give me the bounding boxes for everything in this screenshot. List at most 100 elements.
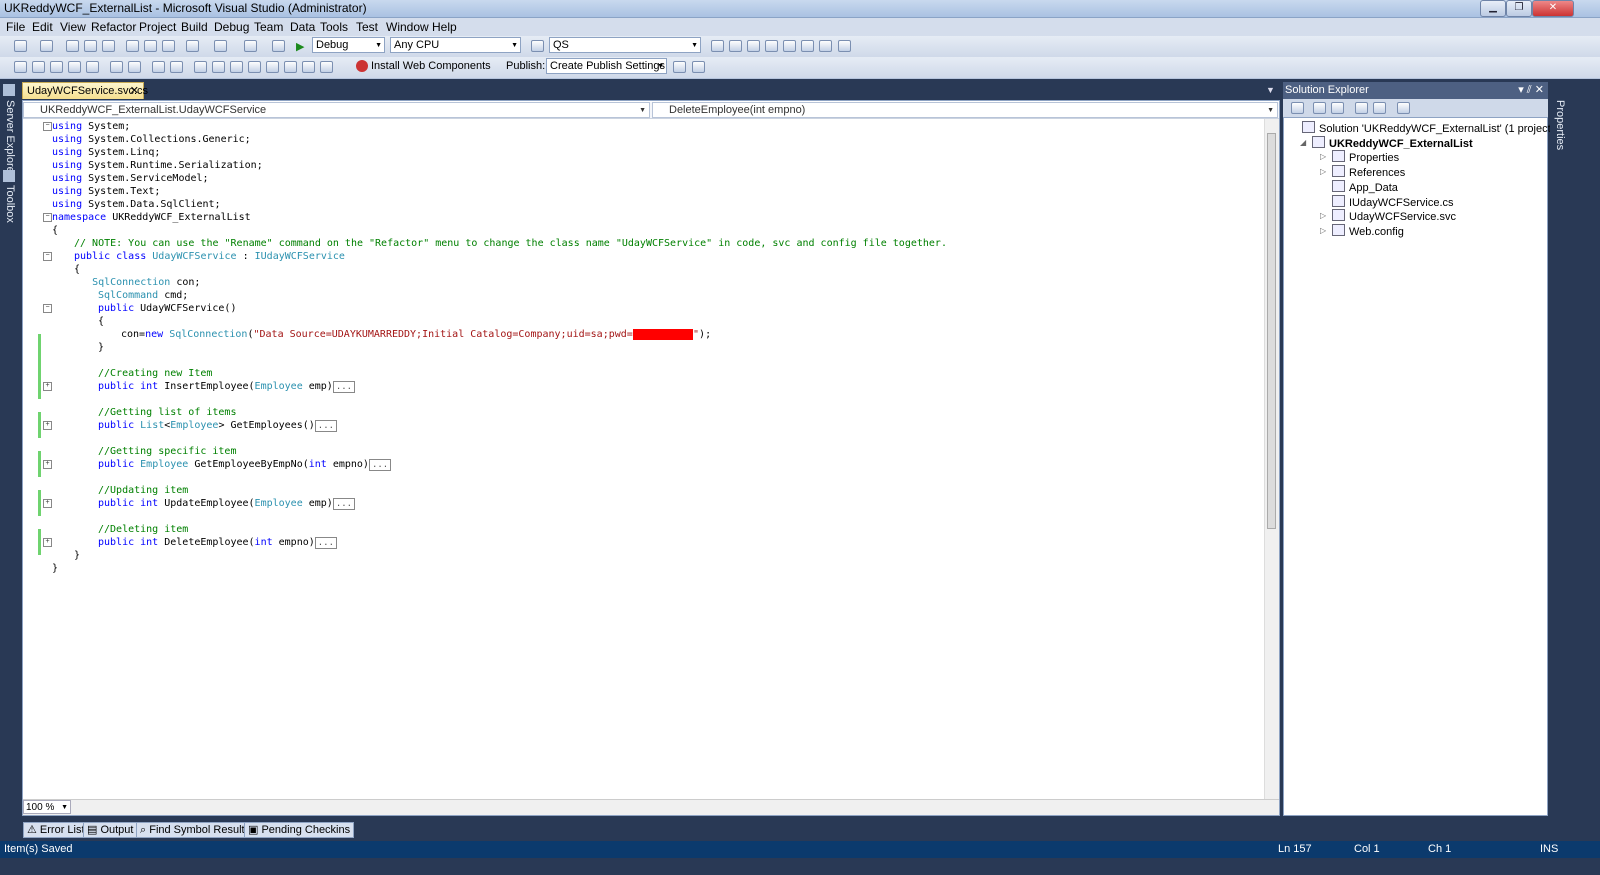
menu-team[interactable]: Team <box>254 20 283 34</box>
code-line[interactable]: { <box>98 315 104 328</box>
tab-find-symbol-results[interactable]: ⌕ Find Symbol Results <box>136 822 255 838</box>
scroll-thumb[interactable] <box>1267 133 1276 529</box>
member-select[interactable]: DeleteEmployee(int empno) ▼ <box>652 102 1278 118</box>
code-line[interactable]: SqlConnection con; <box>74 276 200 289</box>
code-line[interactable]: using System.Linq; <box>52 146 160 159</box>
command-window-icon[interactable] <box>838 40 851 52</box>
navigate-forward-icon[interactable] <box>272 40 285 52</box>
solution-tree-item[interactable]: App_Data <box>1332 179 1398 194</box>
show-all-files-icon[interactable] <box>1313 102 1326 114</box>
copy-icon[interactable] <box>144 40 157 52</box>
solution-tree-item[interactable]: Solution 'UKReddyWCF_ExternalList' (1 pr… <box>1302 121 1554 135</box>
menu-debug[interactable]: Debug <box>214 20 249 34</box>
save-icon[interactable] <box>84 40 97 52</box>
collapsed-region[interactable]: ... <box>314 537 338 549</box>
collapsed-region[interactable]: ... <box>332 498 356 510</box>
tab-pending-checkins[interactable]: ▣ Pending Checkins <box>244 822 355 838</box>
menu-edit[interactable]: Edit <box>32 20 53 34</box>
expand-outline-icon[interactable]: + <box>43 499 52 508</box>
menu-file[interactable]: File <box>6 20 25 34</box>
code-line[interactable]: } <box>74 549 80 562</box>
solution-platform-select[interactable]: Any CPU ▼ <box>390 37 521 53</box>
menu-test[interactable]: Test <box>356 20 378 34</box>
tab-output[interactable]: ▤ Output <box>83 822 138 838</box>
code-line[interactable]: { <box>52 224 58 237</box>
font-icon[interactable] <box>68 61 81 73</box>
code-line[interactable]: using System.Text; <box>52 185 160 198</box>
solution-tree-item[interactable]: IUdayWCFService.cs <box>1332 194 1454 209</box>
undo-icon[interactable] <box>186 40 199 52</box>
code-line[interactable]: public class UdayWCFService : IUdayWCFSe… <box>74 250 345 263</box>
expand-arrow-icon[interactable]: ▷ <box>1320 226 1326 235</box>
expand-outline-icon[interactable]: + <box>43 421 52 430</box>
editor-tab-udaywcfservice[interactable]: UdayWCFService.svc.cs ✕ <box>22 82 148 99</box>
code-line[interactable]: namespace UKReddyWCF_ExternalList <box>52 211 251 224</box>
menu-window[interactable]: Window <box>386 20 429 34</box>
close-button[interactable]: ✕ <box>1532 0 1574 17</box>
code-line[interactable]: } <box>98 341 104 354</box>
code-line[interactable]: public int InsertEmployee(Employee emp).… <box>98 380 356 393</box>
menu-build[interactable]: Build <box>181 20 208 34</box>
expand-outline-icon[interactable]: + <box>43 460 52 469</box>
view-designer-icon[interactable] <box>1373 102 1386 114</box>
expand-arrow-icon[interactable]: ▷ <box>1320 211 1326 220</box>
menu-help[interactable]: Help <box>432 20 457 34</box>
pointer-icon[interactable] <box>50 61 63 73</box>
menu-project[interactable]: Project <box>139 20 176 34</box>
navigate-icon[interactable] <box>244 40 257 52</box>
code-line[interactable]: // NOTE: You can use the "Rename" comman… <box>74 237 947 250</box>
tab-dropdown-icon[interactable]: ▼ <box>1266 85 1275 95</box>
collapsed-region[interactable]: ... <box>368 459 392 471</box>
outdent-icon[interactable] <box>128 61 141 73</box>
code-line[interactable]: SqlCommand cmd; <box>98 289 188 302</box>
tab-error-list[interactable]: ⚠ Error List <box>23 822 89 838</box>
bookmark-prev-icon[interactable] <box>212 61 225 73</box>
collapse-outline-icon[interactable]: − <box>43 213 52 222</box>
zoom-select[interactable]: 100 % ▼ <box>23 800 71 814</box>
save-all-icon[interactable] <box>102 40 115 52</box>
expand-arrow-icon[interactable]: ▷ <box>1320 167 1326 176</box>
vertical-scrollbar[interactable] <box>1264 119 1279 799</box>
comment-icon[interactable] <box>152 61 165 73</box>
start-page-icon[interactable] <box>819 40 832 52</box>
start-debugging-icon[interactable]: ▶ <box>296 40 304 53</box>
code-line[interactable]: using System; <box>52 120 130 133</box>
expand-outline-icon[interactable]: + <box>43 382 52 391</box>
find-combo[interactable]: QS ▼ <box>549 37 701 53</box>
object-browser-icon[interactable] <box>747 40 760 52</box>
open-file-icon[interactable] <box>66 40 79 52</box>
uncomment-icon[interactable] <box>170 61 183 73</box>
navigate-back-icon[interactable] <box>302 61 315 73</box>
collapse-arrow-icon[interactable]: ◢ <box>1300 138 1306 147</box>
extension-icon[interactable] <box>801 40 814 52</box>
menu-tools[interactable]: Tools <box>320 20 348 34</box>
type-select[interactable]: UKReddyWCF_ExternalList.UdayWCFService ▼ <box>23 102 650 118</box>
code-line[interactable]: public int UpdateEmployee(Employee emp).… <box>98 497 356 510</box>
toolbox-tab[interactable]: Toolbox <box>2 185 16 223</box>
code-line[interactable]: con=new SqlConnection("Data Source=UDAYK… <box>121 328 711 341</box>
find-in-files-icon[interactable] <box>531 40 544 52</box>
code-line[interactable]: { <box>74 263 80 276</box>
horizontal-scrollbar[interactable]: 100 % ▼ <box>23 799 1279 815</box>
collapse-outline-icon[interactable]: − <box>43 304 52 313</box>
code-text[interactable]: using System; using System.Collections.Ge… <box>36 119 1264 799</box>
publish-icon[interactable] <box>673 61 686 73</box>
publish-settings-select[interactable]: Create Publish Settings ▼ <box>546 58 667 74</box>
code-line[interactable]: //Deleting item <box>98 523 188 536</box>
code-line[interactable]: using System.Collections.Generic; <box>52 133 251 146</box>
solution-explorer-icon[interactable] <box>711 40 724 52</box>
solution-tree-item[interactable]: Web.config <box>1332 223 1404 238</box>
code-line[interactable]: public Employee GetEmployeeByEmpNo(int e… <box>98 458 392 471</box>
code-line[interactable]: using System.ServiceModel; <box>52 172 209 185</box>
code-line[interactable]: public List<Employee> GetEmployees()... <box>98 419 338 432</box>
collapse-outline-icon[interactable]: − <box>43 122 52 131</box>
close-icon[interactable]: ✕ <box>130 83 139 99</box>
bookmark-window-icon[interactable] <box>284 61 297 73</box>
menu-refactor[interactable]: Refactor <box>91 20 136 34</box>
menu-data[interactable]: Data <box>290 20 315 34</box>
install-web-components-button[interactable]: Install Web Components <box>371 60 491 72</box>
redo-icon[interactable] <box>214 40 227 52</box>
expand-outline-icon[interactable]: + <box>43 538 52 547</box>
indent-icon[interactable] <box>110 61 123 73</box>
code-line[interactable]: //Getting list of items <box>98 406 236 419</box>
